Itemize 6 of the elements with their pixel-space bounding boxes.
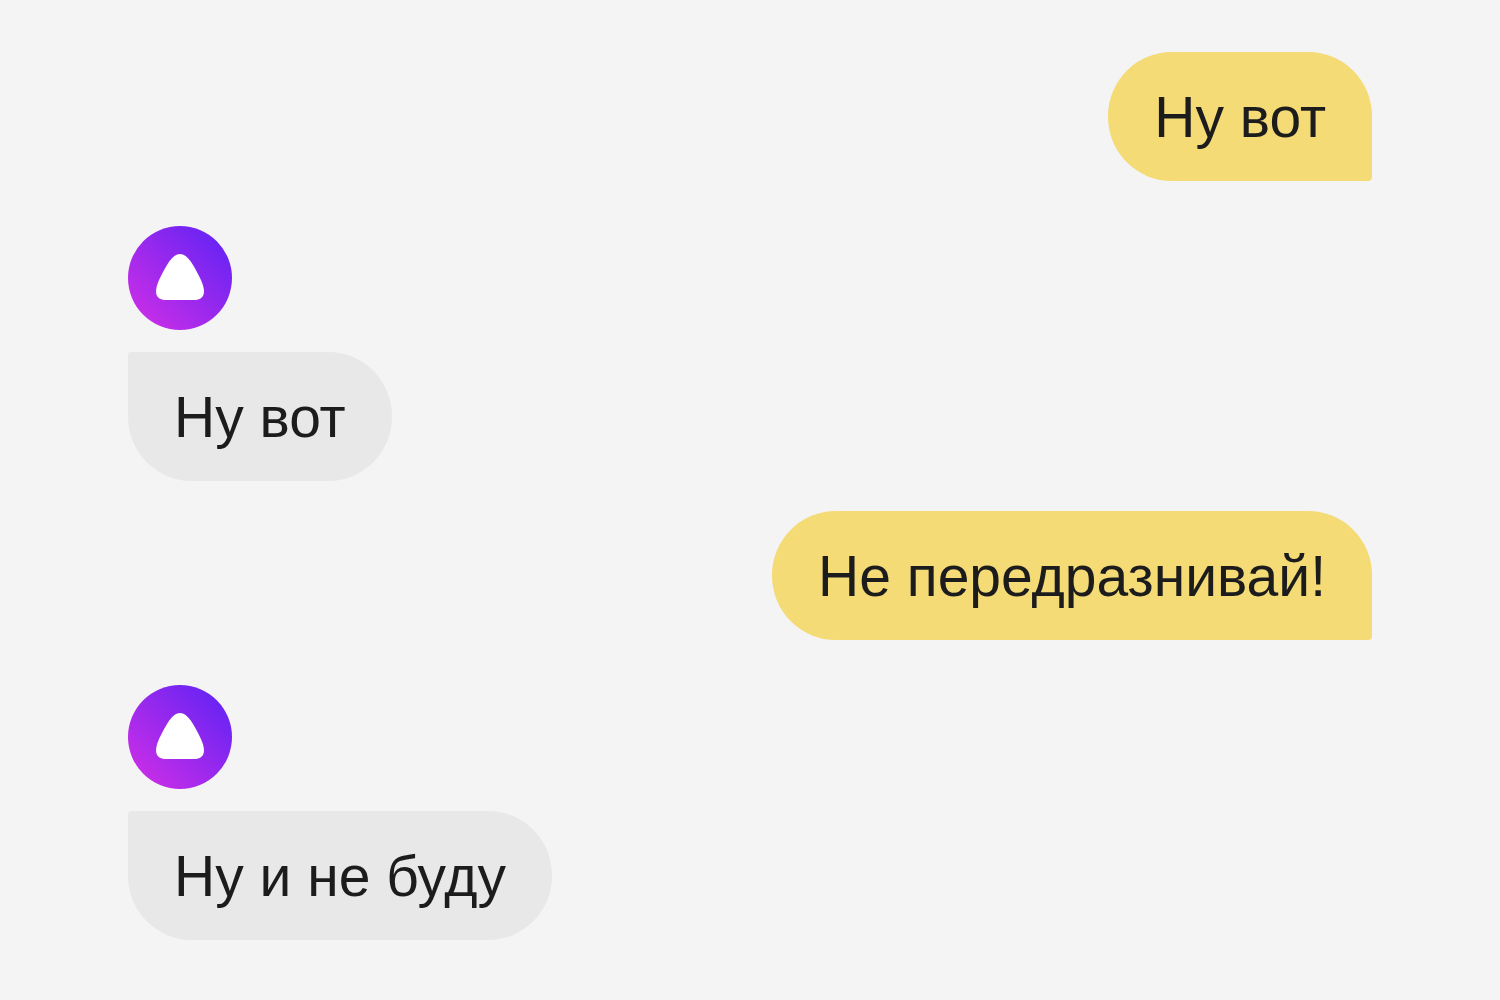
assistant-avatar-icon [128,685,232,789]
message-bubble: Ну и не буду [128,811,552,940]
assistant-avatar-icon [128,226,232,330]
message-bubble: Не передразнивай! [772,511,1372,640]
message-bubble: Ну вот [128,352,392,481]
message-bubble: Ну вот [1108,52,1372,181]
